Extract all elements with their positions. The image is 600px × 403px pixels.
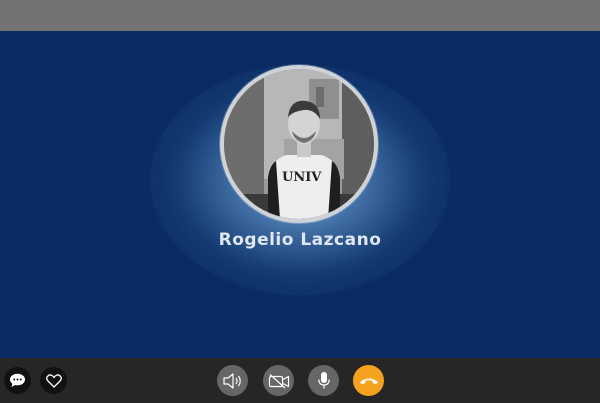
caller-avatar: UNIV [224,69,374,219]
caller-name: Rogelio Lazcano [218,230,382,250]
window-title-bar [0,0,600,31]
chat-bubble-icon [10,373,25,387]
heart-icon [45,373,62,388]
video-off-icon [268,373,289,388]
speaker-button[interactable] [217,365,248,396]
microphone-icon [317,372,330,389]
svg-text:UNIV: UNIV [282,170,322,185]
speaker-icon [222,372,241,389]
favorite-button[interactable] [40,367,67,394]
end-call-button[interactable] [353,365,384,396]
microphone-button[interactable] [308,365,339,396]
chat-button[interactable] [4,367,31,394]
call-control-bar [0,358,600,403]
video-toggle-button[interactable] [263,365,294,396]
caller-photo: UNIV [224,69,374,219]
hang-up-icon [359,378,378,384]
